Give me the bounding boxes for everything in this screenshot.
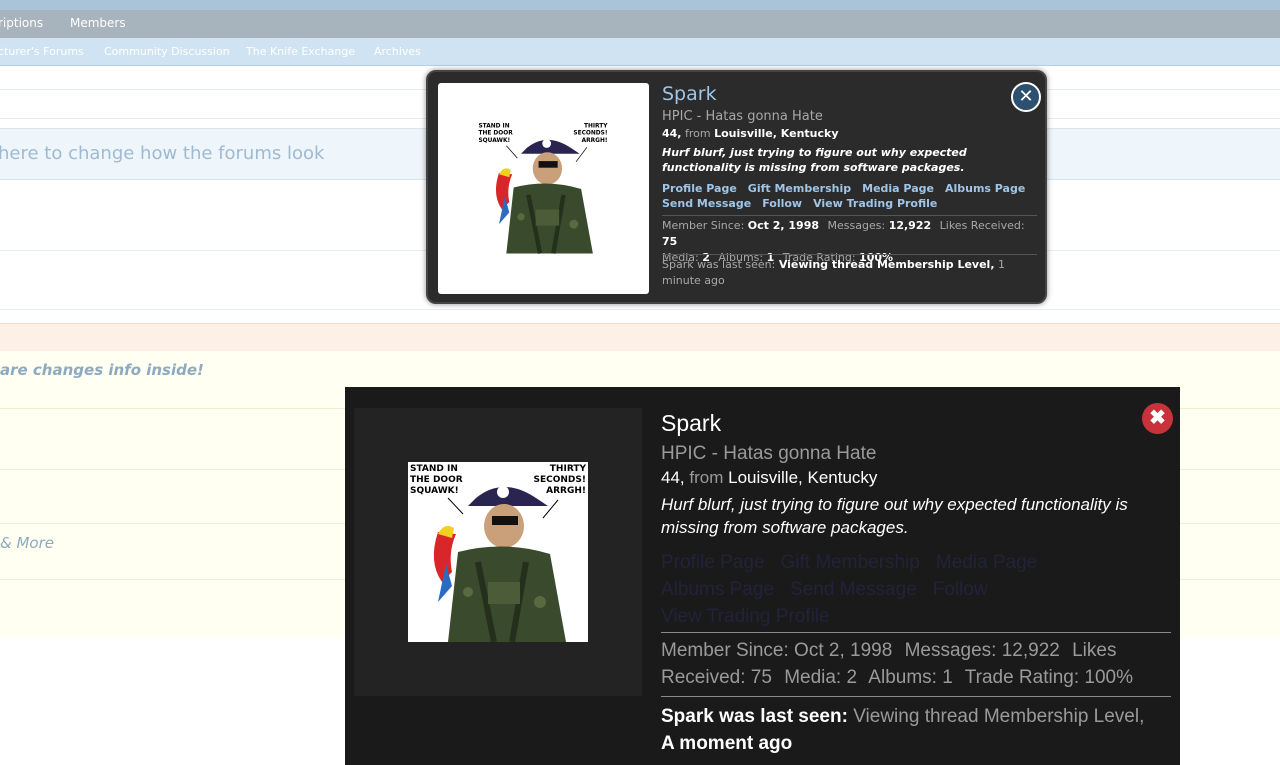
follow-link[interactable]: Follow [933, 579, 988, 600]
stat-media: Media: 2 [784, 667, 858, 688]
secondary-nav: cturer's Forums Community Discussion The… [0, 38, 1280, 66]
view-trading-profile-link[interactable]: View Trading Profile [661, 606, 830, 627]
pirate-soldier-avatar-image: STAND IN THE DOOR SQUAWK! THIRTY SECONDS! AR… [408, 462, 588, 642]
nav-item-members[interactable]: Members [70, 16, 126, 30]
nav-item-community-discussion[interactable]: Community Discussion [104, 45, 230, 58]
member-name-link[interactable]: Spark [662, 83, 717, 105]
divider [662, 254, 1037, 255]
profile-page-link[interactable]: Profile Page [662, 182, 737, 195]
pirate-soldier-avatar-image: STAND IN THE DOOR SQUAWK! THIRTY SECONDS! AR… [477, 121, 609, 254]
nav-item-manufacturers-forums[interactable]: cturer's Forums [0, 45, 84, 58]
member-links: Profile Page Gift Membership Media Page Alb… [662, 181, 1037, 211]
avatar-caption-left: STAND IN THE DOOR SQUAWK! [410, 464, 463, 496]
member-links: Profile Page Gift Membership Media Page Al… [661, 549, 1161, 630]
from-label: from [689, 468, 724, 487]
nav-item-knife-exchange[interactable]: The Knife Exchange [246, 45, 355, 58]
member-location: 44, from Louisville, Kentucky [662, 127, 839, 140]
stat-member-since: Member Since: Oct 2, 1998 [661, 640, 893, 661]
member-age: 44, [661, 468, 685, 487]
more-link[interactable]: & More [0, 534, 54, 552]
media-page-link[interactable]: Media Page [936, 552, 1037, 573]
stat-value: Oct 2, 1998 [747, 219, 820, 232]
member-tooltip-card: STAND IN THE DOOR SQUAWK! THIRTY SECONDS! AR… [426, 70, 1047, 304]
stat-label: Member Since: [662, 219, 745, 232]
location-link[interactable]: Louisville, Kentucky [714, 127, 838, 140]
nav-item-subscriptions[interactable]: riptions [0, 16, 43, 30]
member-user-title: HPIC - Hatas gonna Hate [661, 443, 877, 464]
divider [661, 632, 1171, 633]
stat-trade-rating: Trade Rating: 100% [964, 667, 1134, 688]
member-stats: Member Since: Oct 2, 1998 Messages: 12,9… [661, 637, 1161, 691]
last-seen-label: Spark was last seen: [662, 258, 776, 271]
member-status-message: Hurf blurf, just trying to figure out wh… [662, 146, 967, 174]
albums-page-link[interactable]: Albums Page [945, 182, 1025, 195]
primary-nav: riptions Members [0, 10, 1280, 38]
view-trading-profile-link[interactable]: View Trading Profile [813, 197, 937, 210]
last-seen: Spark was last seen: Viewing thread Memb… [662, 257, 1037, 289]
member-status-message: Hurf blurf, just trying to figure out wh… [661, 495, 1128, 537]
stat-value: 12,922 [888, 219, 932, 232]
last-seen-time: A moment ago [661, 733, 793, 754]
nav-item-archives[interactable]: Archives [374, 45, 421, 58]
divider [661, 696, 1171, 697]
location-link[interactable]: Louisville, Kentucky [728, 468, 877, 487]
media-page-link[interactable]: Media Page [862, 182, 934, 195]
stat-messages: Messages: 12,922 [904, 640, 1060, 661]
gift-membership-link[interactable]: Gift Membership [781, 552, 920, 573]
close-x-icon[interactable]: ✖ [1142, 403, 1173, 434]
last-seen-activity-link[interactable]: Viewing thread Membership Level, [853, 706, 1144, 727]
avatar-caption-left: STAND IN THE DOOR SQUAWK! [478, 123, 513, 144]
send-message-link[interactable]: Send Message [662, 197, 751, 210]
last-seen-activity-link[interactable]: Viewing thread Membership Level, [779, 258, 995, 271]
stat-value: 75 [662, 235, 678, 248]
divider [0, 309, 1280, 310]
from-label: from [685, 127, 711, 140]
send-message-link[interactable]: Send Message [790, 579, 917, 600]
albums-page-link[interactable]: Albums Page [661, 579, 774, 600]
announcement-link[interactable]: are changes info inside! [0, 361, 204, 379]
member-card-large: STAND IN THE DOOR SQUAWK! THIRTY SECONDS! AR… [345, 387, 1180, 765]
style-notice-link[interactable]: here to change how the forums look [0, 143, 324, 164]
member-name[interactable]: Spark [661, 410, 721, 437]
profile-page-link[interactable]: Profile Page [661, 552, 765, 573]
divider [662, 215, 1037, 216]
last-seen: Spark was last seen: Viewing thread Memb… [661, 703, 1161, 757]
gift-membership-link[interactable]: Gift Membership [748, 182, 851, 195]
stat-label: Messages: [827, 219, 886, 232]
close-circle-icon[interactable]: ✕ [1011, 82, 1041, 112]
member-user-title: HPIC - Hatas gonna Hate [662, 109, 823, 124]
stat-label: Likes Received: [939, 219, 1025, 232]
follow-link[interactable]: Follow [762, 197, 802, 210]
notice-strip [0, 323, 1280, 351]
last-seen-label: Spark was last seen: [661, 706, 848, 727]
top-strip [0, 0, 1280, 10]
member-location: 44, from Louisville, Kentucky [661, 468, 877, 488]
avatar[interactable]: STAND IN THE DOOR SQUAWK! THIRTY SECONDS! AR… [354, 408, 642, 696]
member-age: 44, [662, 127, 682, 140]
stat-albums: Albums: 1 [868, 667, 953, 688]
avatar[interactable]: STAND IN THE DOOR SQUAWK! THIRTY SECONDS! AR… [438, 83, 649, 294]
